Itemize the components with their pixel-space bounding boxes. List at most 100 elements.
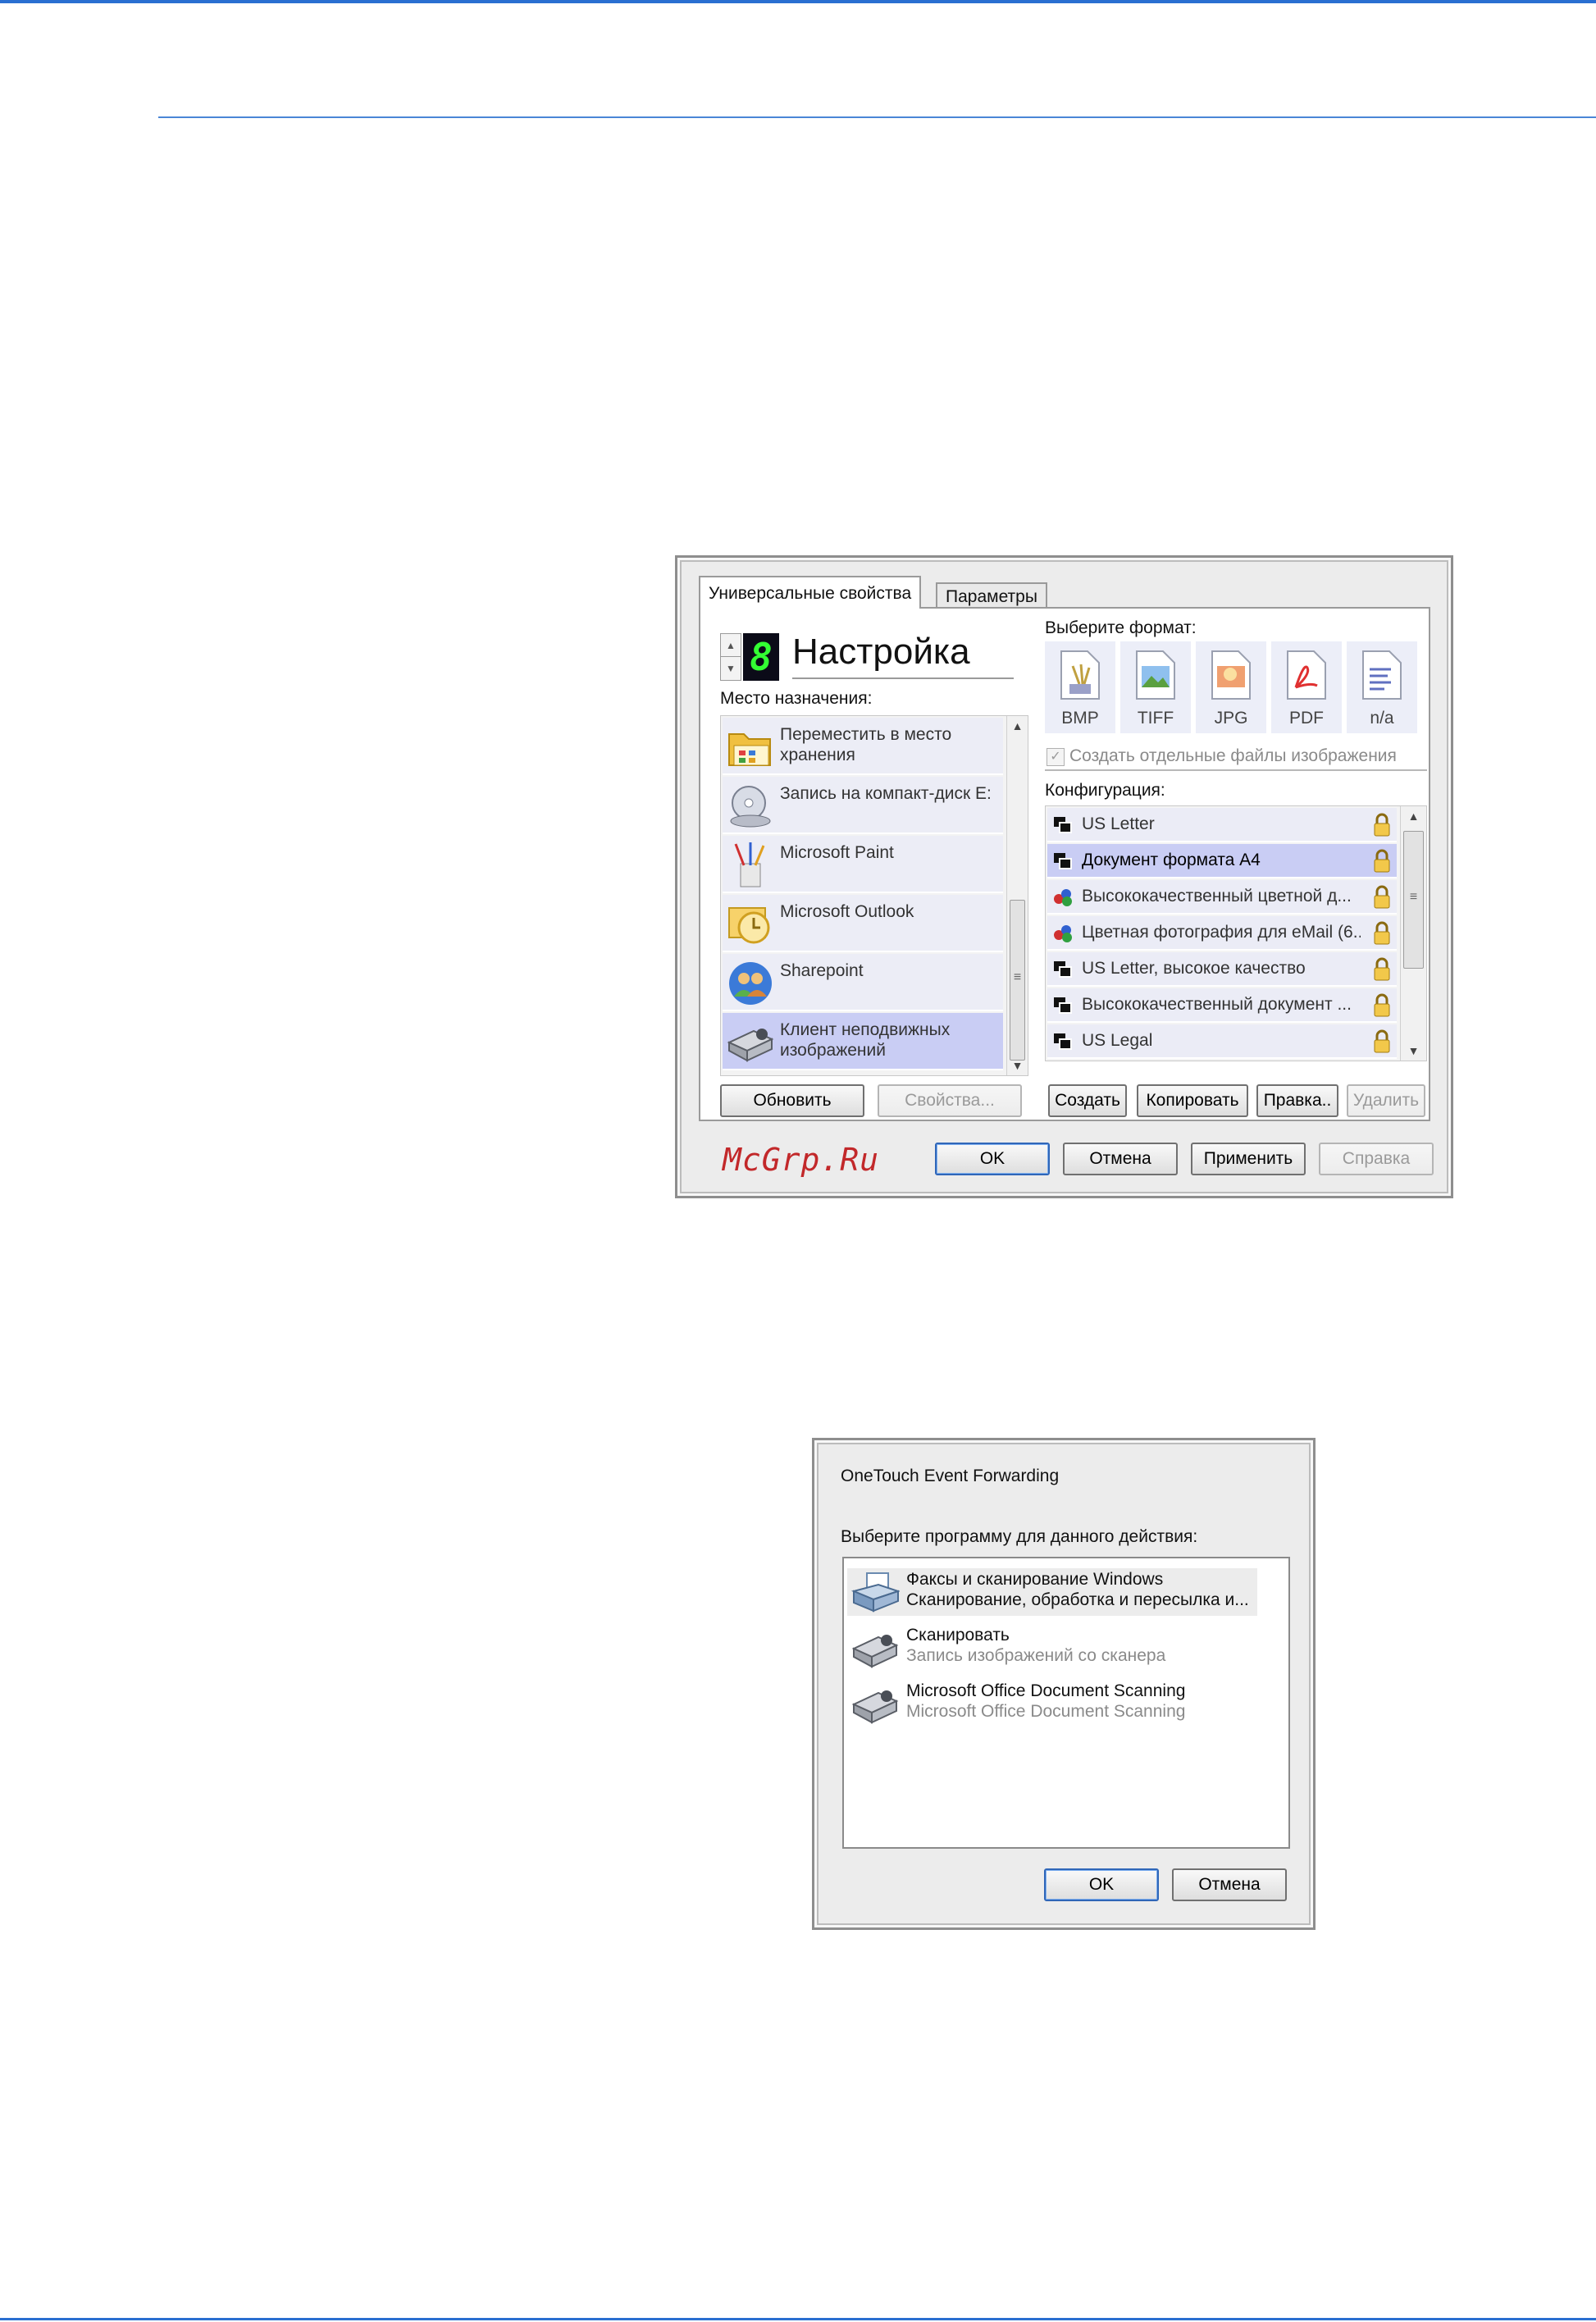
destination-label-text: Клиент неподвижных изображений — [780, 1020, 951, 1060]
config-list[interactable]: US Letter Документ формата А4 Высококаче… — [1045, 805, 1427, 1061]
lock-icon — [1374, 885, 1390, 909]
destination-label: Место назначения: — [720, 689, 873, 708]
list-item[interactable]: Факсы и сканирование Windows Сканировани… — [847, 1568, 1257, 1616]
sharepoint-icon — [729, 962, 772, 1005]
scroll-down-icon[interactable]: ▼ — [1401, 1044, 1426, 1057]
delete-button[interactable]: Удалить — [1347, 1084, 1425, 1117]
scroll-down-icon[interactable]: ▼ — [1007, 1059, 1028, 1072]
scroll-grip-icon: ≡ — [1013, 970, 1022, 984]
text-file-icon — [1362, 650, 1402, 700]
cancel-button[interactable]: Отмена — [1063, 1143, 1178, 1175]
color-config-icon — [1054, 925, 1072, 942]
edit-button[interactable]: Правка.. — [1256, 1084, 1338, 1117]
header-rule — [158, 116, 1596, 118]
profile-number-display: 8 — [743, 633, 779, 681]
list-item[interactable]: US Letter, высокое качество — [1047, 952, 1397, 987]
bw-config-icon — [1054, 997, 1072, 1014]
help-button[interactable]: Справка — [1319, 1143, 1434, 1175]
outlook-icon — [728, 907, 770, 944]
copy-button[interactable]: Копировать — [1137, 1084, 1248, 1117]
cd-burn-icon — [730, 786, 771, 828]
program-list[interactable]: Факсы и сканирование Windows Сканировани… — [842, 1557, 1290, 1849]
config-label-text: Документ формата А4 — [1082, 851, 1261, 869]
format-selector: BMP TIFF JPG PDF n/a — [1045, 641, 1422, 733]
lock-icon — [1374, 1029, 1390, 1053]
bw-config-icon — [1054, 1033, 1072, 1050]
create-button[interactable]: Создать — [1048, 1084, 1127, 1117]
list-item[interactable]: Переместить в место хранения — [723, 718, 1003, 775]
list-item[interactable]: Сканировать Запись изображений со сканер… — [847, 1624, 1257, 1672]
config-label-text: US Letter — [1082, 814, 1155, 833]
tiff-file-icon — [1136, 650, 1175, 700]
list-item[interactable]: US Legal — [1047, 1024, 1397, 1059]
cancel-button[interactable]: Отмена — [1172, 1868, 1287, 1901]
config-label-text: Высококачественный цветной д... — [1082, 887, 1352, 906]
ok-button[interactable]: OK — [1044, 1868, 1159, 1901]
event-forwarding-dialog: OneTouch Event Forwarding Выберите прогр… — [812, 1438, 1316, 1930]
format-na[interactable]: n/a — [1347, 641, 1417, 733]
config-scrollbar[interactable]: ▲ ≡ ▼ — [1400, 806, 1426, 1061]
onetouch-properties-dialog: Универсальные свойства Параметры ▲ ▼ 8 Н… — [675, 555, 1453, 1198]
format-label-text: TIFF — [1137, 709, 1174, 728]
list-item[interactable]: Высококачественный документ ... — [1047, 988, 1397, 1023]
program-title: Сканировать — [906, 1626, 1010, 1645]
pdf-file-icon — [1287, 650, 1326, 700]
program-title: Microsoft Office Document Scanning — [906, 1681, 1186, 1700]
watermark-text: McGrp.Ru — [723, 1142, 880, 1178]
destination-label-text: Запись на компакт-диск E: — [780, 784, 992, 803]
format-tiff[interactable]: TIFF — [1120, 641, 1191, 733]
destination-list[interactable]: Переместить в место хранения Запись на к… — [720, 715, 1028, 1076]
config-label-text: US Legal — [1082, 1031, 1153, 1050]
tab-parameters[interactable]: Параметры — [936, 582, 1047, 609]
list-item[interactable]: Документ формата А4 — [1047, 844, 1397, 878]
folder-storage-icon — [728, 733, 771, 766]
list-item[interactable]: Запись на компакт-диск E: — [723, 777, 1003, 834]
color-config-icon — [1054, 889, 1072, 906]
bw-config-icon — [1054, 817, 1072, 833]
refresh-button[interactable]: Обновить — [720, 1084, 864, 1117]
list-item[interactable]: Высококачественный цветной д... — [1047, 880, 1397, 915]
top-rule — [0, 0, 1596, 3]
tab-universal-properties[interactable]: Универсальные свойства — [699, 576, 922, 609]
lock-icon — [1374, 921, 1390, 945]
scanner-icon — [851, 1635, 899, 1668]
bw-config-icon — [1054, 853, 1072, 869]
program-subtitle: Сканирование, обработка и пересылка и... — [906, 1590, 1249, 1609]
scroll-up-icon[interactable]: ▲ — [1007, 719, 1028, 732]
list-item[interactable]: Клиент неподвижных изображений — [723, 1013, 1003, 1070]
bw-config-icon — [1054, 961, 1072, 978]
format-label: Выберите формат: — [1045, 618, 1197, 637]
list-item[interactable]: Microsoft Outlook — [723, 895, 1003, 952]
apply-button[interactable]: Применить — [1191, 1143, 1306, 1175]
separate-files-checkbox[interactable]: ✓ — [1047, 748, 1065, 766]
list-item[interactable]: Sharepoint — [723, 954, 1003, 1011]
profile-spinner[interactable]: ▲ ▼ — [720, 633, 741, 681]
footer-rule — [0, 2318, 1596, 2320]
list-item[interactable]: Цветная фотография для eMail (6... — [1047, 916, 1397, 951]
destination-scrollbar[interactable]: ▲ ≡ ▼ — [1006, 716, 1028, 1075]
dialog-title: OneTouch Event Forwarding — [841, 1467, 1060, 1485]
list-item[interactable]: US Letter — [1047, 808, 1397, 842]
lock-icon — [1374, 957, 1390, 981]
program-prompt: Выберите программу для данного действия: — [841, 1527, 1198, 1546]
config-label-text: Цветная фотография для eMail (6... — [1082, 923, 1361, 942]
spinner-up-icon[interactable]: ▲ — [721, 634, 741, 657]
lock-icon — [1374, 849, 1390, 873]
list-item[interactable]: Microsoft Office Document Scanning Micro… — [847, 1680, 1257, 1727]
program-subtitle: Microsoft Office Document Scanning — [906, 1702, 1186, 1721]
scroll-up-icon[interactable]: ▲ — [1401, 810, 1426, 823]
lock-icon — [1374, 813, 1390, 837]
program-title: Факсы и сканирование Windows — [906, 1570, 1164, 1589]
separate-files-row: ✓ Создать отдельные файлы изображения — [1045, 746, 1427, 771]
separate-files-label: Создать отдельные файлы изображения — [1069, 746, 1397, 765]
list-item[interactable]: Microsoft Paint — [723, 836, 1003, 893]
format-pdf[interactable]: PDF — [1271, 641, 1342, 733]
properties-button[interactable]: Свойства... — [878, 1084, 1022, 1117]
format-jpg[interactable]: JPG — [1196, 641, 1266, 733]
format-label-text: JPG — [1214, 709, 1248, 728]
format-bmp[interactable]: BMP — [1045, 641, 1115, 733]
format-label-text: PDF — [1289, 709, 1324, 728]
config-label: Конфигурация: — [1045, 781, 1165, 800]
ok-button[interactable]: OK — [935, 1143, 1050, 1175]
spinner-down-icon[interactable]: ▼ — [721, 657, 741, 680]
